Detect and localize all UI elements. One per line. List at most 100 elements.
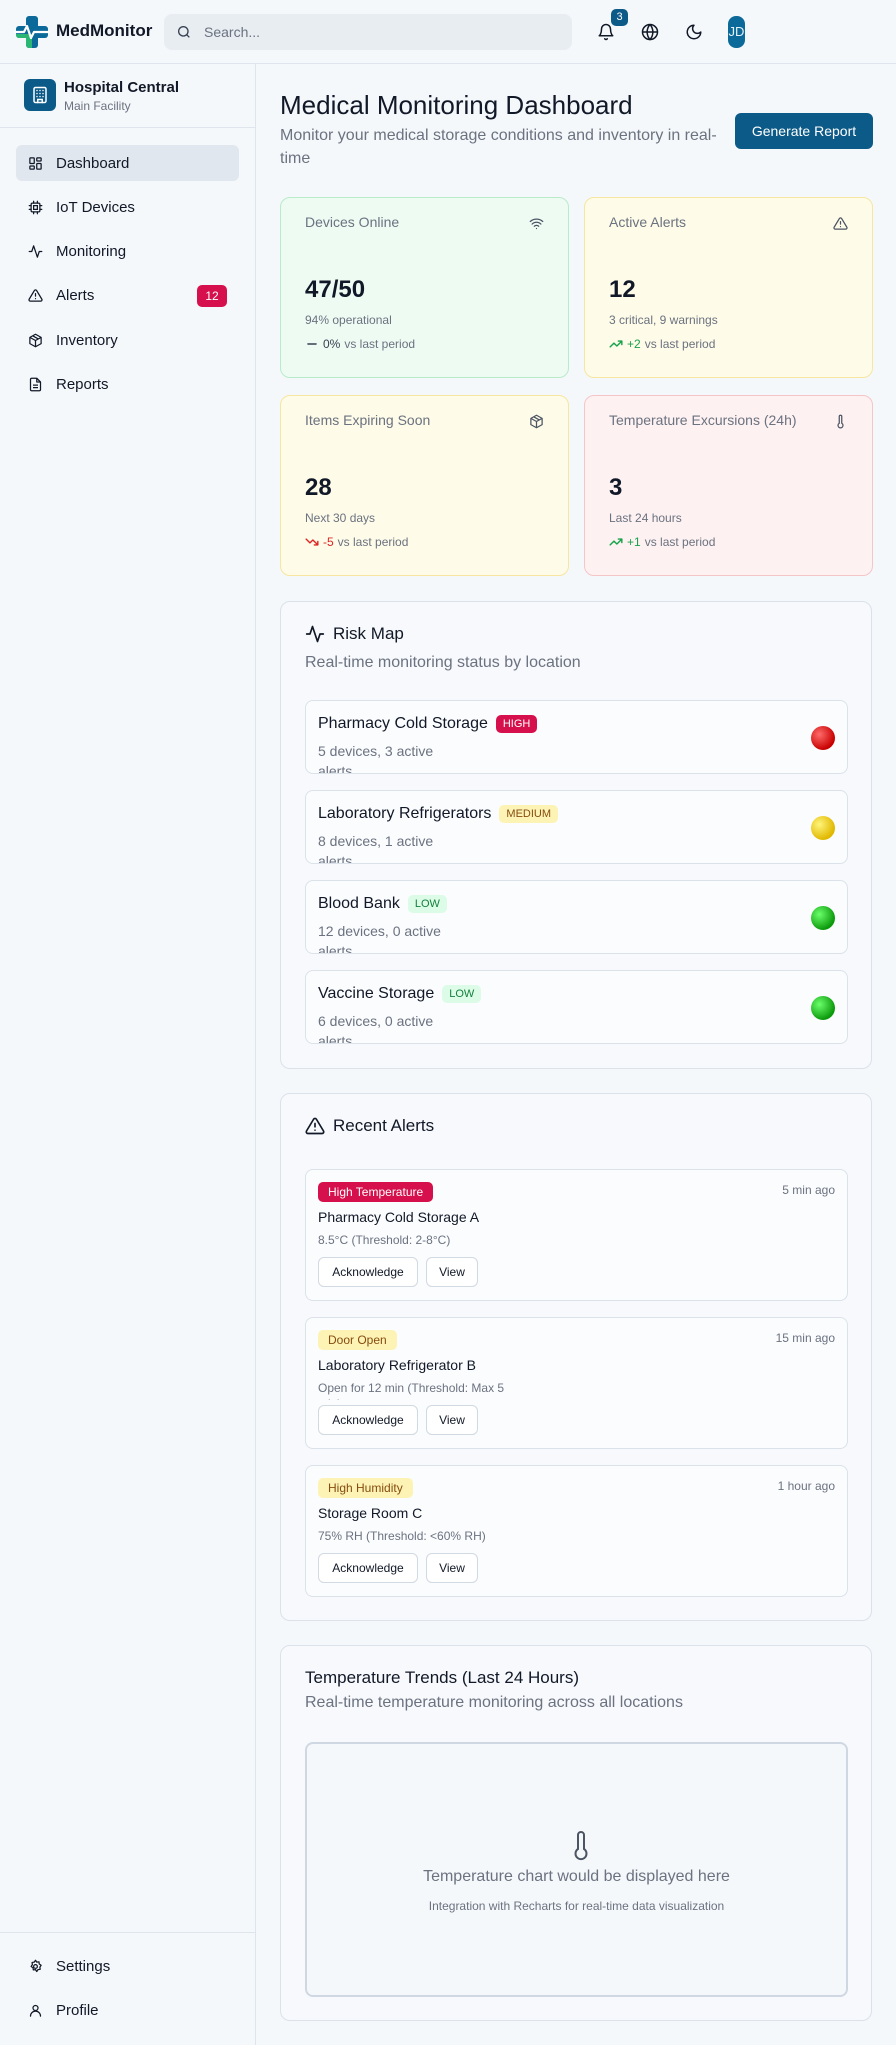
status-indicator [811,996,835,1020]
sidebar-item-profile[interactable]: Profile [16,1992,239,2028]
generate-report-button[interactable]: Generate Report [735,113,873,149]
recent-alerts-title-text: Recent Alerts [333,1116,435,1135]
sidebar-item-inventory[interactable]: Inventory [16,322,239,358]
sidebar-item-label: IoT Devices [56,199,135,216]
brand-name[interactable]: MedMonitor [56,21,152,41]
view-button[interactable]: View [426,1553,478,1583]
document-icon [29,377,42,392]
language-button[interactable] [636,18,664,46]
dashboard-icon [29,157,42,170]
sidebar-item-iot-devices[interactable]: IoT Devices [16,189,239,225]
trend-up-icon [609,538,623,546]
risk-location-blood-bank[interactable]: Blood Bank LOW 12 devices, 0 active aler… [305,880,848,954]
trend-suffix: vs last period [644,337,716,351]
package-icon [29,333,42,348]
temperature-trends-subtitle: Real-time temperature monitoring across … [305,1694,683,1711]
sidebar-item-monitoring[interactable]: Monitoring [16,233,239,269]
status-indicator [811,906,835,930]
building-icon [24,79,56,111]
stat-description: 94% operational [305,313,392,327]
recent-alerts-title: Recent Alerts [305,1116,434,1136]
trend-value: +2 [627,337,641,351]
temperature-trends-title: Temperature Trends (Last 24 Hours) [305,1668,580,1687]
stat-card-temperature-excursions[interactable]: Temperature Excursions (24h) 3 Last 24 h… [584,395,873,576]
temperature-trends-card: Temperature Trends (Last 24 Hours) Real-… [280,1645,872,2021]
thermometer-icon [837,414,844,429]
trend-up-icon [609,340,623,348]
acknowledge-button[interactable]: Acknowledge [318,1405,418,1435]
trend-value: +1 [627,535,641,549]
trend-down-icon [305,538,319,546]
trend-flat-icon [307,343,317,345]
stat-card-items-expiring[interactable]: Items Expiring Soon 28 Next 30 days -5 v… [280,395,569,576]
alert-detail: 75% RH (Threshold: <60% RH) [318,1529,486,1543]
alerts-count-badge: 12 [197,285,227,307]
risk-location-laboratory-refrigerators[interactable]: Laboratory Refrigerators MEDIUM 8 device… [305,790,848,864]
alert-item: Door Open 15 min ago Laboratory Refriger… [305,1317,848,1449]
sidebar-item-label: Profile [56,2002,99,2019]
stat-value: 12 [609,276,636,303]
stat-label: Active Alerts [609,214,687,230]
alert-type-badge: Door Open [318,1330,397,1350]
alert-type-badge: High Humidity [318,1478,413,1498]
trend-suffix: vs last period [337,535,409,549]
top-bar: MedMonitor Search... 3 JD [0,0,896,64]
alert-location: Pharmacy Cold Storage A [318,1209,480,1225]
status-indicator [811,816,835,840]
recent-alerts-card: Recent Alerts High Temperature 5 min ago… [280,1093,872,1621]
view-button[interactable]: View [426,1257,478,1287]
facility-subtitle: Main Facility [64,99,131,113]
page-title: Medical Monitoring Dashboard [280,90,633,120]
alert-triangle-icon [833,217,848,230]
sidebar-item-alerts[interactable]: Alerts 12 [16,277,239,313]
risk-location-pharmacy-cold-storage[interactable]: Pharmacy Cold Storage HIGH 5 devices, 3 … [305,700,848,774]
stat-value: 3 [609,474,623,501]
location-name: Blood Bank LOW [318,895,447,913]
alert-time: 15 min ago [775,1331,835,1345]
gear-icon [30,1959,42,1973]
wifi-icon [529,218,544,230]
view-button[interactable]: View [426,1405,478,1435]
sidebar-item-dashboard[interactable]: Dashboard [16,145,239,181]
activity-icon [28,245,43,258]
location-info: 5 devices, 3 active alerts [318,743,434,774]
alert-location: Storage Room C [318,1505,423,1521]
acknowledge-button[interactable]: Acknowledge [318,1257,418,1287]
alert-item: High Humidity 1 hour ago Storage Room C … [305,1465,848,1597]
risk-location-vaccine-storage[interactable]: Vaccine Storage LOW 6 devices, 0 active … [305,970,848,1044]
stat-label: Temperature Excursions (24h) [609,412,797,428]
stat-description: Next 30 days [305,511,376,525]
moon-icon [686,24,702,40]
sidebar-item-label: Inventory [56,332,118,349]
theme-toggle-button[interactable] [680,18,708,46]
alert-location: Laboratory Refrigerator B [318,1357,476,1373]
facility-name: Hospital Central [64,79,180,96]
user-avatar[interactable]: JD [728,16,745,48]
risk-level-badge: LOW [442,985,482,1003]
sidebar: Hospital Central Main Facility Dashboard… [0,64,256,2045]
notification-count-badge: 3 [611,9,628,26]
location-info: 8 devices, 1 active alerts [318,833,434,864]
temperature-chart-placeholder: Temperature chart would be displayed her… [305,1742,848,1997]
stat-value: 47/50 [305,276,366,303]
chart-placeholder-subtext: Integration with Recharts for real-time … [428,1899,725,1913]
stat-trend: +1 vs last period [609,535,715,549]
stat-description: 3 critical, 9 warnings [609,313,718,327]
package-icon [530,414,543,429]
medmonitor-logo-icon[interactable] [14,14,50,50]
chip-icon [28,200,43,215]
stat-trend: +2 vs last period [609,337,715,351]
chart-placeholder-message: Temperature chart would be displayed her… [423,1868,730,1885]
search-input[interactable]: Search... [204,24,260,40]
search-field[interactable]: Search... [164,14,572,50]
sidebar-item-label: Monitoring [56,243,127,260]
facility-switcher[interactable]: Hospital Central Main Facility [0,64,256,128]
stat-card-active-alerts[interactable]: Active Alerts 12 3 critical, 9 warnings … [584,197,873,378]
location-name-text: Vaccine Storage [318,985,435,1002]
search-icon [178,26,190,38]
stat-card-devices-online[interactable]: Devices Online 47/50 94% operational 0% … [280,197,569,378]
acknowledge-button[interactable]: Acknowledge [318,1553,418,1583]
trend-value: -5 [323,535,334,549]
sidebar-item-reports[interactable]: Reports [16,366,239,402]
sidebar-item-settings[interactable]: Settings [16,1948,239,1984]
